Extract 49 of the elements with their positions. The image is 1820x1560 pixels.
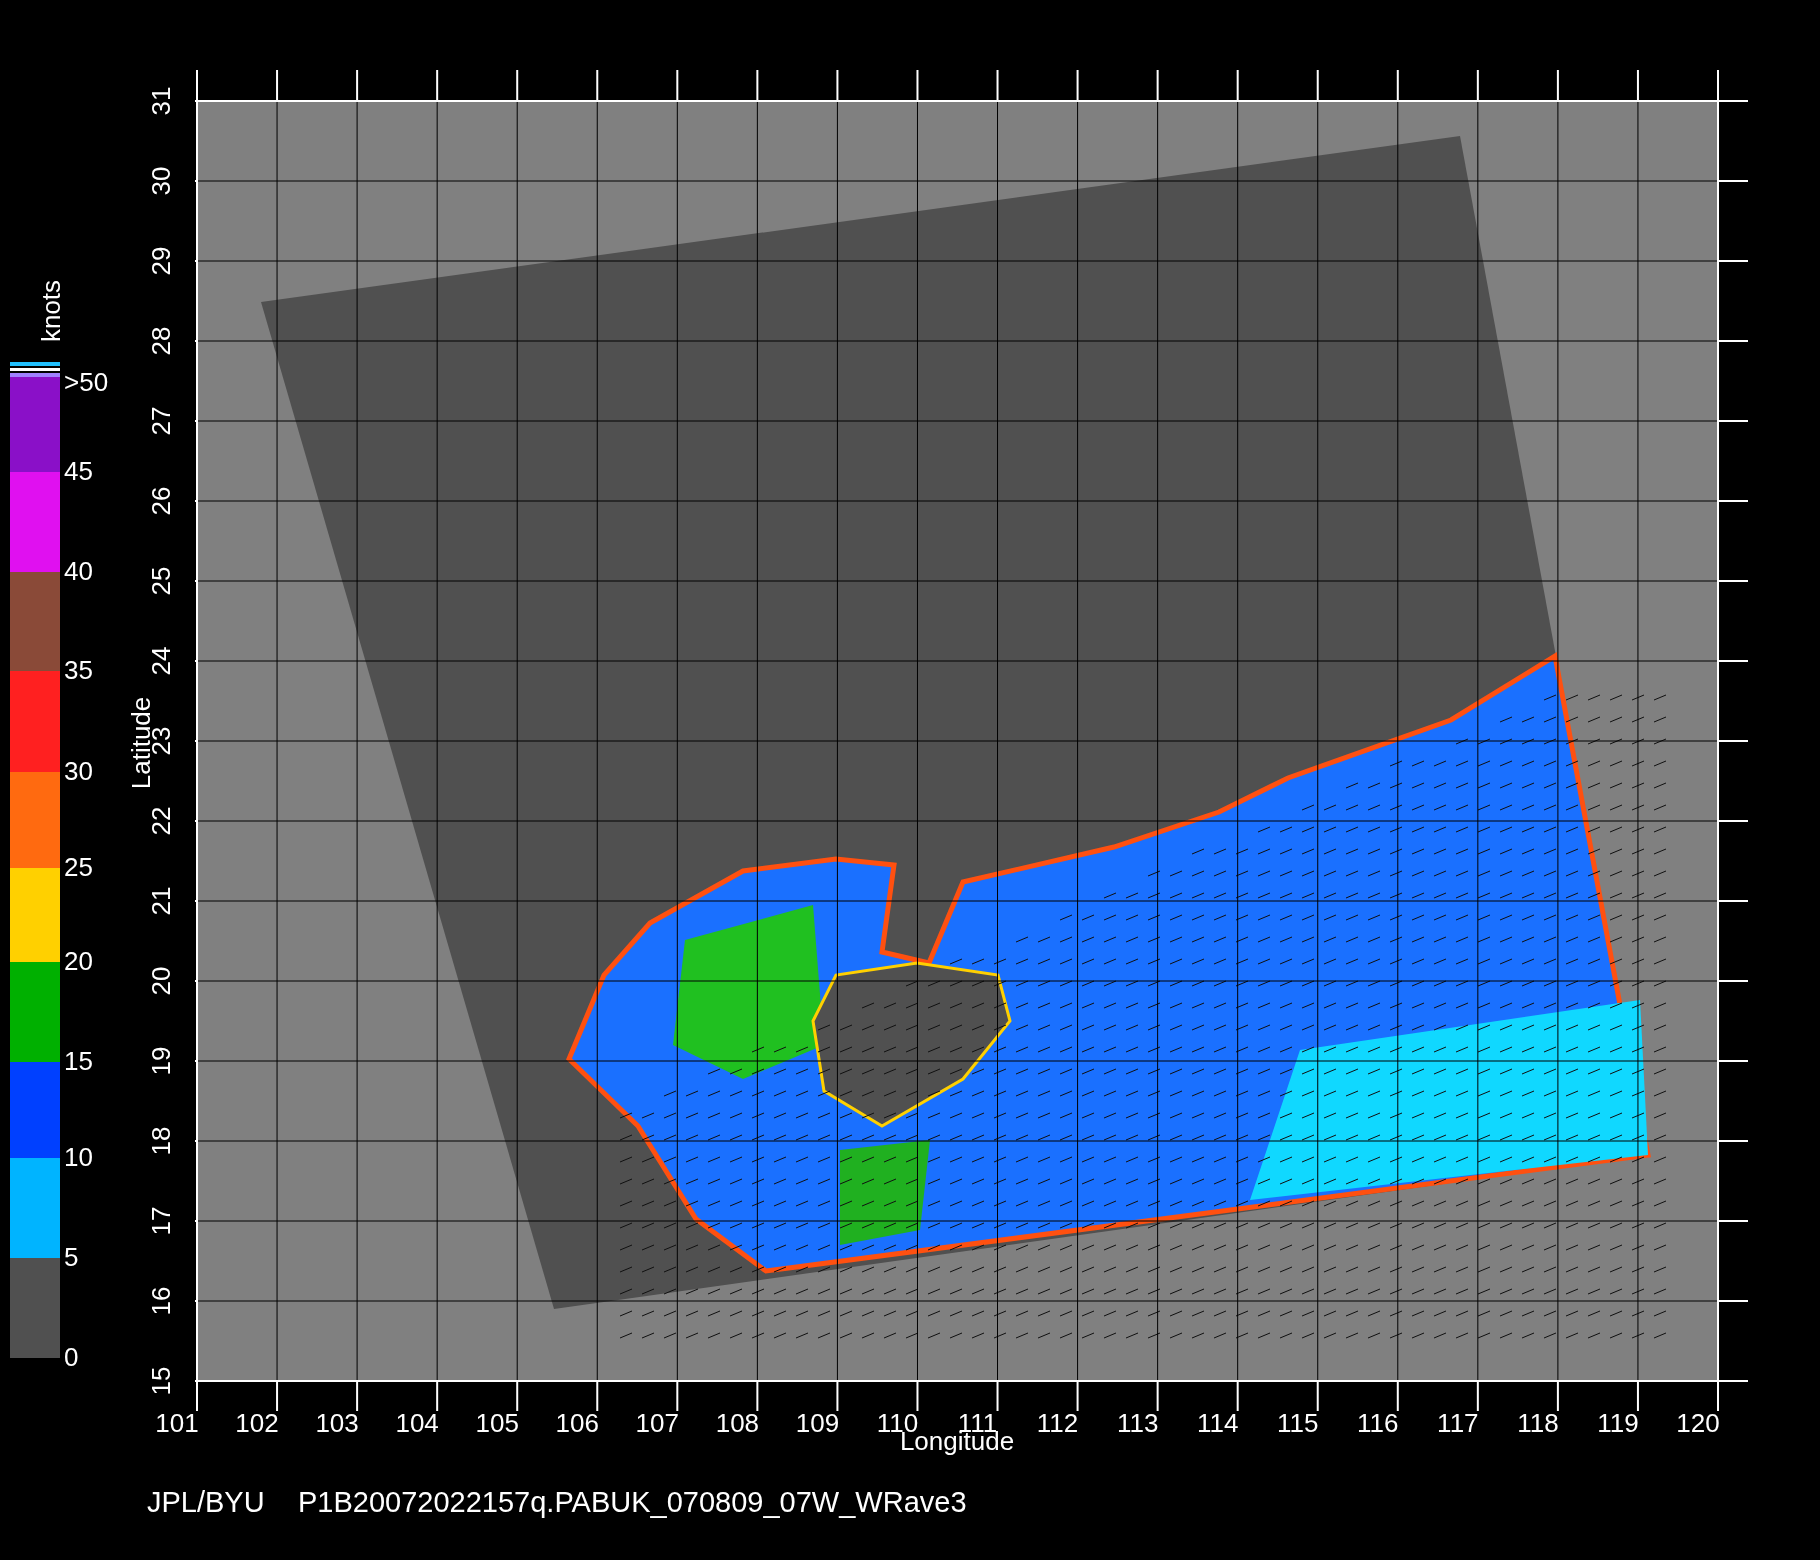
latitude-tick-label: 28 bbox=[146, 326, 176, 356]
colorbar-label: >50 bbox=[64, 367, 109, 397]
latitude-tick-label: 26 bbox=[146, 486, 176, 516]
longitude-tick-label: 114 bbox=[1196, 1408, 1239, 1438]
latitude-tick-label: 21 bbox=[146, 886, 176, 916]
colorbar-label: 5 bbox=[64, 1242, 79, 1272]
latitude-tick-label: 19 bbox=[146, 1046, 176, 1076]
colorbar-label: 40 bbox=[64, 556, 93, 586]
colorbar-unit: knots bbox=[36, 279, 66, 343]
colorbar-label: 10 bbox=[64, 1142, 93, 1172]
longitude-tick-label: 119 bbox=[1597, 1408, 1639, 1438]
latitude-tick-label: 30 bbox=[146, 166, 176, 196]
caption-filename: P1B20072022157q.PABUK_070809_07W_WRave3 bbox=[298, 1486, 967, 1518]
latitude-tick-label: 15 bbox=[146, 1366, 176, 1396]
longitude-tick-label: 102 bbox=[235, 1408, 279, 1438]
longitude-tick-label: 107 bbox=[635, 1408, 679, 1438]
latitude-tick-label: 27 bbox=[146, 406, 176, 436]
longitude-tick-label: 115 bbox=[1277, 1408, 1319, 1438]
longitude-tick-label: 105 bbox=[475, 1408, 519, 1438]
latitude-tick-label: 18 bbox=[146, 1126, 176, 1156]
latitude-tick-label: 22 bbox=[146, 806, 176, 836]
colorbar-label: 15 bbox=[64, 1046, 93, 1076]
longitude-tick-label: 118 bbox=[1517, 1408, 1559, 1438]
longitude-tick-label: 113 bbox=[1116, 1408, 1159, 1438]
longitude-tick-label: 108 bbox=[715, 1408, 760, 1438]
longitude-tick-label: 101 bbox=[155, 1408, 199, 1438]
colorbar-label: 30 bbox=[64, 756, 93, 786]
latitude-tick-label: 17 bbox=[146, 1206, 176, 1236]
latitude-tick-label: 29 bbox=[146, 246, 176, 276]
colorbar-label: 20 bbox=[64, 946, 93, 976]
longitude-tick-label: 117 bbox=[1437, 1408, 1479, 1438]
colorbar-label: 45 bbox=[64, 456, 93, 486]
caption-source: JPL/BYU bbox=[147, 1486, 265, 1518]
longitude-tick-label: 104 bbox=[395, 1408, 439, 1438]
colorbar-label: 25 bbox=[64, 852, 93, 882]
latitude-tick-label: 25 bbox=[146, 566, 176, 596]
latitude-tick-label: 31 bbox=[146, 86, 176, 116]
colorbar-label: 0 bbox=[64, 1342, 79, 1372]
longitude-tick-label: 103 bbox=[315, 1408, 359, 1438]
longitude-tick-label: 112 bbox=[1036, 1408, 1079, 1438]
latitude-tick-label: 24 bbox=[146, 646, 176, 676]
longitude-tick-label: 109 bbox=[795, 1408, 840, 1438]
longitude-tick-label: 120 bbox=[1676, 1408, 1720, 1438]
latitude-tick-label: 20 bbox=[146, 966, 176, 996]
longitude-tick-label: 106 bbox=[555, 1408, 599, 1438]
longitude-tick-label: 116 bbox=[1357, 1408, 1399, 1438]
colorbar-stripes-icon bbox=[10, 362, 60, 377]
latitude-tick-label: 16 bbox=[146, 1286, 176, 1316]
colorbar-label: 35 bbox=[64, 655, 93, 685]
